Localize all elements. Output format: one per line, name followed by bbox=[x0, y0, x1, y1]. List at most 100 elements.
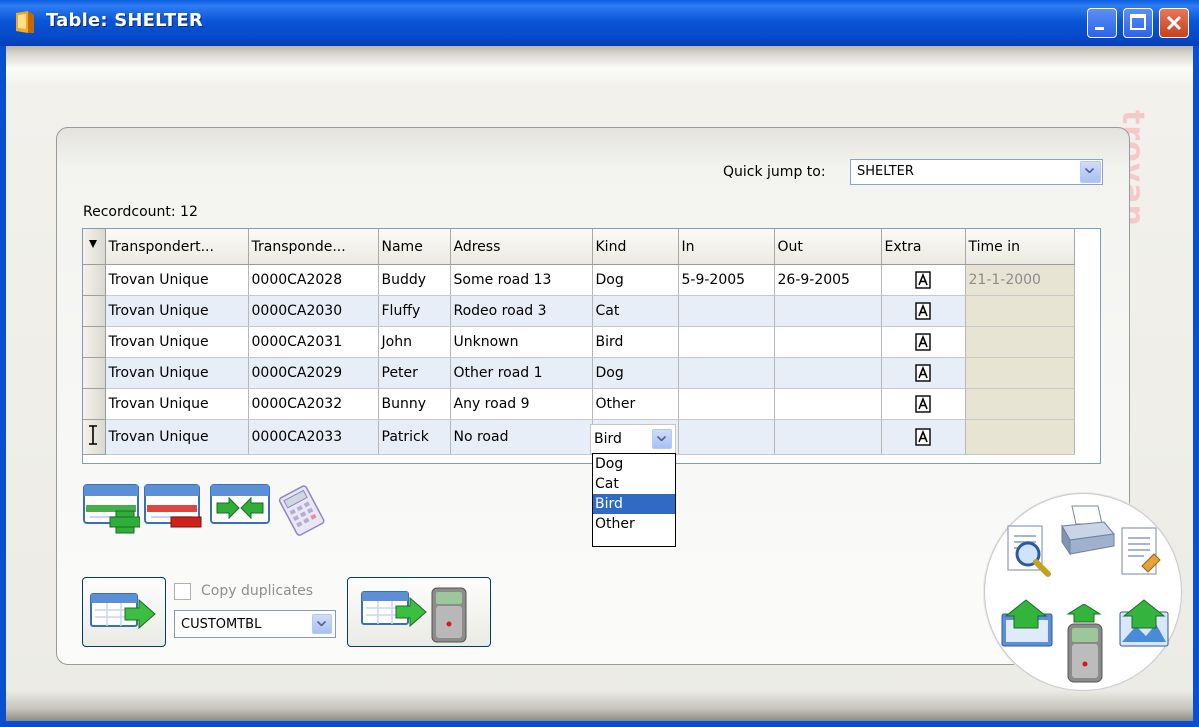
cell-name[interactable]: Buddy bbox=[378, 264, 451, 296]
cell-extra[interactable] bbox=[881, 295, 966, 327]
col-header-transponder-type[interactable]: Transpondert... bbox=[105, 229, 249, 265]
cell-out[interactable] bbox=[774, 357, 882, 389]
cell-time-in[interactable] bbox=[965, 357, 1075, 389]
calculator-icon[interactable] bbox=[273, 481, 333, 539]
import-picture-icon[interactable] bbox=[1116, 598, 1172, 650]
minimize-button[interactable] bbox=[1087, 8, 1117, 38]
cell-code[interactable]: 0000CA2031 bbox=[248, 326, 379, 358]
row-indicator[interactable] bbox=[83, 295, 106, 327]
cell-type[interactable]: Trovan Unique bbox=[105, 326, 249, 358]
cell-code[interactable]: 0000CA2033 bbox=[248, 419, 379, 455]
target-table-select[interactable]: CUSTOMTBL bbox=[174, 610, 336, 638]
cell-address[interactable]: Rodeo road 3 bbox=[450, 295, 593, 327]
cell-address[interactable]: Other road 1 bbox=[450, 357, 593, 389]
row-indicator[interactable] bbox=[83, 357, 106, 389]
cell-out[interactable] bbox=[774, 326, 882, 358]
cell-in[interactable] bbox=[678, 388, 775, 420]
cell-name[interactable]: Peter bbox=[378, 357, 451, 389]
cell-kind[interactable]: Other bbox=[592, 388, 679, 420]
print-preview-icon[interactable] bbox=[1002, 522, 1056, 580]
kind-option-dog[interactable]: Dog bbox=[593, 454, 675, 474]
col-header-name[interactable]: Name bbox=[378, 229, 451, 265]
target-table-dropdown-button[interactable] bbox=[312, 614, 332, 634]
cell-out[interactable] bbox=[774, 388, 882, 420]
table-row[interactable]: Trovan Unique 0000CA2030 Fluffy Rodeo ro… bbox=[83, 295, 1075, 327]
cell-kind[interactable]: Cat bbox=[592, 295, 679, 327]
row-indicator[interactable] bbox=[83, 264, 106, 296]
col-header-address[interactable]: Adress bbox=[450, 229, 593, 265]
cell-in[interactable]: 5-9-2005 bbox=[678, 264, 775, 296]
cell-out[interactable]: 26-9-2005 bbox=[774, 264, 882, 296]
close-button[interactable] bbox=[1159, 8, 1189, 38]
maximize-button[interactable] bbox=[1123, 8, 1153, 38]
cell-address[interactable]: Any road 9 bbox=[450, 388, 593, 420]
table-row[interactable]: Trovan Unique 0000CA2031 John Unknown Bi… bbox=[83, 326, 1075, 358]
cell-name[interactable]: Fluffy bbox=[378, 295, 451, 327]
kind-dropdown-button[interactable] bbox=[652, 429, 672, 449]
cell-address[interactable]: Some road 13 bbox=[450, 264, 593, 296]
cell-name[interactable]: Bunny bbox=[378, 388, 451, 420]
row-indicator[interactable] bbox=[83, 326, 106, 358]
cell-code[interactable]: 0000CA2029 bbox=[248, 357, 379, 389]
cell-kind[interactable]: Bird bbox=[592, 326, 679, 358]
cell-out[interactable] bbox=[774, 419, 882, 455]
cell-in[interactable] bbox=[678, 419, 775, 455]
cell-address[interactable]: Unknown bbox=[450, 326, 593, 358]
row-indicator[interactable] bbox=[83, 419, 106, 455]
merge-icon[interactable] bbox=[209, 481, 271, 539]
printer-icon[interactable] bbox=[1058, 504, 1116, 560]
cell-code[interactable]: 0000CA2028 bbox=[248, 264, 379, 296]
cell-time-in[interactable]: 21-1-2000 bbox=[965, 264, 1075, 296]
cell-time-in[interactable] bbox=[965, 326, 1075, 358]
cell-type[interactable]: Trovan Unique bbox=[105, 264, 249, 296]
cell-kind[interactable]: Dog bbox=[592, 357, 679, 389]
kind-dropdown-list[interactable]: Dog Cat Bird Other bbox=[592, 453, 676, 547]
cell-extra[interactable] bbox=[881, 388, 966, 420]
report-icon[interactable] bbox=[1116, 526, 1166, 582]
col-header-transponder-code[interactable]: Transponde... bbox=[248, 229, 379, 265]
cell-type[interactable]: Trovan Unique bbox=[105, 388, 249, 420]
cell-extra[interactable] bbox=[881, 264, 966, 296]
cell-extra[interactable] bbox=[881, 419, 966, 455]
cell-name[interactable]: Patrick bbox=[378, 419, 451, 455]
quick-jump-select[interactable]: SHELTER bbox=[850, 159, 1103, 185]
col-header-extra[interactable]: Extra bbox=[881, 229, 966, 265]
col-header-in[interactable]: In bbox=[678, 229, 775, 265]
cell-extra[interactable] bbox=[881, 357, 966, 389]
cell-kind[interactable]: Dog bbox=[592, 264, 679, 296]
cell-in[interactable] bbox=[678, 326, 775, 358]
cell-name[interactable]: John bbox=[378, 326, 451, 358]
cell-out[interactable] bbox=[774, 295, 882, 327]
delete-record-icon[interactable] bbox=[143, 481, 203, 539]
cell-type[interactable]: Trovan Unique bbox=[105, 357, 249, 389]
import-icon[interactable] bbox=[1000, 598, 1056, 650]
cell-in[interactable] bbox=[678, 295, 775, 327]
kind-option-bird[interactable]: Bird bbox=[593, 494, 675, 514]
add-record-icon[interactable] bbox=[82, 481, 140, 539]
kind-combo[interactable]: Bird bbox=[590, 424, 676, 454]
cell-time-in[interactable] bbox=[965, 419, 1075, 455]
col-header-time-in[interactable]: Time in bbox=[965, 229, 1075, 265]
cell-address[interactable]: No road bbox=[450, 419, 593, 455]
export-table-button[interactable] bbox=[82, 577, 166, 647]
quick-jump-dropdown-button[interactable] bbox=[1080, 161, 1101, 183]
kind-option-other[interactable]: Other bbox=[593, 514, 675, 534]
table-row[interactable]: Trovan Unique 0000CA2033 Patrick No road bbox=[83, 419, 1075, 455]
export-to-reader-button[interactable] bbox=[347, 577, 491, 647]
cell-code[interactable]: 0000CA2032 bbox=[248, 388, 379, 420]
cell-type[interactable]: Trovan Unique bbox=[105, 419, 249, 455]
copy-duplicates-checkbox[interactable] bbox=[174, 583, 191, 600]
cell-type[interactable]: Trovan Unique bbox=[105, 295, 249, 327]
cell-in[interactable] bbox=[678, 357, 775, 389]
cell-extra[interactable] bbox=[881, 326, 966, 358]
upload-reader-icon[interactable] bbox=[1064, 604, 1106, 686]
col-header-kind[interactable]: Kind bbox=[592, 229, 679, 265]
table-row[interactable]: Trovan Unique 0000CA2032 Bunny Any road … bbox=[83, 388, 1075, 420]
col-header-out[interactable]: Out bbox=[774, 229, 882, 265]
kind-option-cat[interactable]: Cat bbox=[593, 474, 675, 494]
title-bar[interactable]: Table: SHELTER bbox=[0, 0, 1199, 46]
row-indicator[interactable] bbox=[83, 388, 106, 420]
table-row[interactable]: Trovan Unique 0000CA2029 Peter Other roa… bbox=[83, 357, 1075, 389]
cell-time-in[interactable] bbox=[965, 295, 1075, 327]
table-row[interactable]: Trovan Unique 0000CA2028 Buddy Some road… bbox=[83, 264, 1075, 296]
